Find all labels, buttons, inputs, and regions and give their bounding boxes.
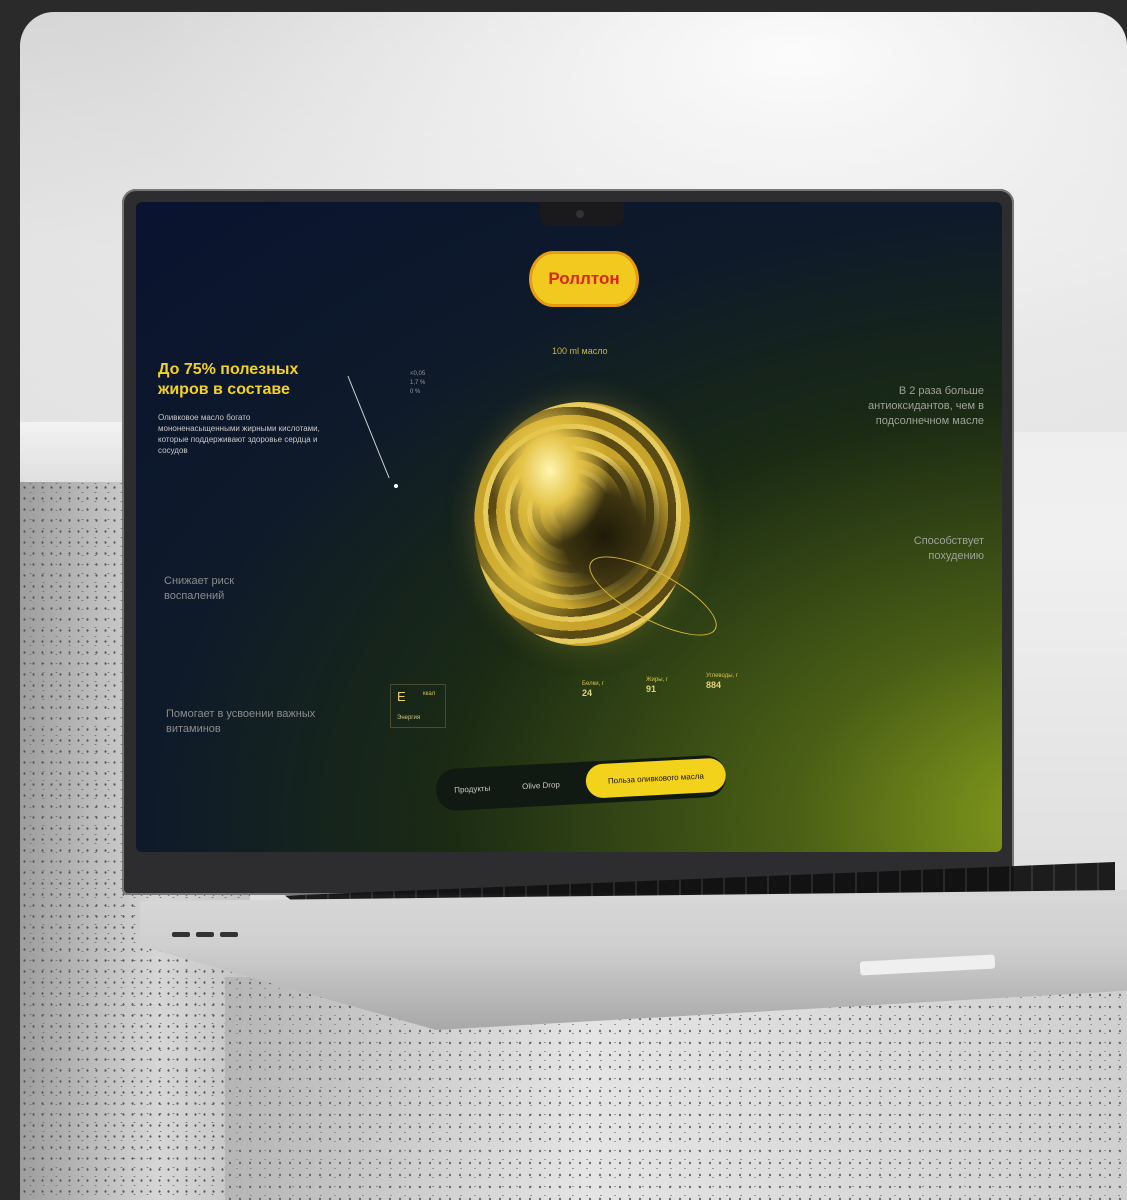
hero-tag: 100 ml масло — [552, 346, 608, 356]
energy-box: E ккал Энергия — [390, 684, 446, 728]
laptop-screen: Роллтон 100 ml масло До 75% полезных жир… — [136, 202, 1002, 852]
camera-icon — [576, 210, 584, 218]
stat-2: 1,7 % — [410, 380, 426, 386]
headline-description: Оливковое масло богато мононенасыщенными… — [158, 413, 320, 455]
nutrient-value: 24 — [582, 688, 593, 698]
left-point-1: Снижает риск воспалений — [164, 575, 235, 602]
laptop-ports — [172, 924, 244, 942]
energy-unit: ккал — [423, 691, 436, 697]
stat-1: <0,05 — [410, 371, 426, 377]
nutrient-value: 91 — [646, 684, 657, 694]
nav-products[interactable]: Продукты — [454, 784, 491, 795]
nutrient-carbs: Углеводы, г 884 — [706, 672, 738, 690]
connector-line — [347, 375, 390, 479]
energy-label: Энергия — [397, 715, 421, 721]
nutrient-name: Жиры, г — [646, 677, 669, 683]
usb-port-icon — [196, 932, 214, 937]
camera-notch — [540, 202, 624, 226]
connector-dot — [394, 484, 398, 488]
brand-logo[interactable]: Роллтон — [532, 254, 636, 304]
usb-port-icon — [172, 932, 190, 937]
nutrient-protein: Белки, г 24 — [582, 680, 604, 698]
right-point-1: В 2 раза больше антиоксидантов, чем в по… — [868, 385, 984, 427]
nutrient-fat: Жиры, г 91 — [646, 676, 668, 694]
nutrient-name: Углеводы, г — [706, 673, 739, 679]
logo-text: Роллтон — [548, 269, 620, 288]
stat-3: 0 % — [410, 389, 421, 395]
nutrient-name: Белки, г — [582, 681, 605, 687]
energy-symbol: E — [397, 689, 406, 704]
usb-port-icon — [220, 932, 238, 937]
nav-olive-drop[interactable]: Olive Drop — [522, 780, 560, 791]
left-point-2: Помогает в усвоении важных витаминов — [166, 708, 316, 735]
nutrient-value: 884 — [706, 680, 722, 690]
right-point-2: Способствует похудению — [913, 535, 984, 562]
nav-cta-button[interactable]: Польза оливкового масла — [585, 757, 727, 799]
headline: До 75% полезных жиров в составе — [158, 361, 299, 398]
bottom-nav: Продукты Olive Drop Польза оливкового ма… — [435, 754, 727, 812]
small-stats: <0,05 1,7 % 0 % — [410, 370, 425, 397]
